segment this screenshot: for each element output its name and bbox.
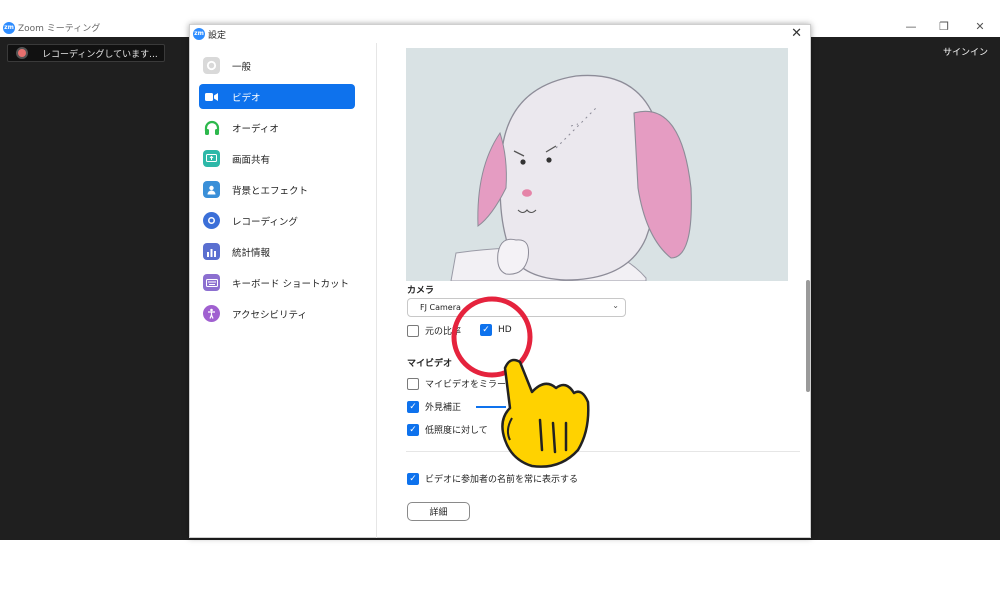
original-ratio-option[interactable]: 元の比率 xyxy=(407,324,461,337)
meeting-title: Zoom ミーティング xyxy=(18,24,101,34)
settings-sidebar: 一般 ビデオ オーディオ 画面共有 背景とエフェクト レコーディング 統計情報 … xyxy=(190,43,377,538)
camera-select[interactable]: FJ Camera ⌄ xyxy=(407,298,626,317)
sidebar-item-accessibility[interactable]: アクセシビリティ xyxy=(199,301,355,326)
record-icon xyxy=(203,212,220,229)
hd-option[interactable]: ✓ HD xyxy=(480,324,512,336)
mirror-label: マイビデオをミラー xyxy=(425,380,507,390)
chevron-down-icon: ⌄ xyxy=(612,301,619,310)
appearance-slider[interactable] xyxy=(476,406,506,408)
screen-share-icon xyxy=(203,150,220,167)
settings-title: 設定 xyxy=(208,30,227,41)
settings-titlebar: zm 設定 ✕ xyxy=(190,25,810,43)
sidebar-item-keyboard-shortcuts[interactable]: キーボード ショートカット xyxy=(199,270,355,295)
recording-status-text: レコーディングしています... xyxy=(42,49,158,60)
show-names-label: ビデオに参加者の名前を常に表示する xyxy=(425,475,579,485)
restore-icon[interactable]: ❐ xyxy=(936,20,952,33)
gear-icon xyxy=(203,57,220,74)
sidebar-item-statistics[interactable]: 統計情報 xyxy=(199,239,355,264)
sidebar-item-label: 背景とエフェクト xyxy=(232,185,309,197)
zoom-logo-icon: zm xyxy=(3,21,15,34)
appearance-checkbox[interactable]: ✓ xyxy=(407,400,419,413)
appearance-option[interactable]: ✓ 外見補正 xyxy=(407,400,461,413)
sidebar-item-label: オーディオ xyxy=(232,123,279,135)
mirror-option[interactable]: マイビデオをミラー xyxy=(407,377,506,390)
headphones-icon xyxy=(203,119,220,136)
original-ratio-checkbox[interactable] xyxy=(407,324,419,337)
hd-label: HD xyxy=(498,325,512,335)
person-background-icon xyxy=(203,181,220,198)
recording-status-pill[interactable]: レコーディングしています... xyxy=(7,44,165,62)
close-icon[interactable]: ✕ xyxy=(791,26,802,42)
original-ratio-label: 元の比率 xyxy=(425,327,462,337)
signin-button[interactable]: サインイン xyxy=(943,45,988,58)
sidebar-item-label: レコーディング xyxy=(232,216,298,228)
advanced-button[interactable]: 詳細 xyxy=(407,502,470,521)
show-names-checkbox[interactable]: ✓ xyxy=(407,472,419,485)
sidebar-item-label: アクセシビリティ xyxy=(232,309,307,321)
low-light-option[interactable]: ✓ 低照度に対して xyxy=(407,423,488,436)
appearance-label: 外見補正 xyxy=(425,403,462,413)
video-preview xyxy=(406,48,788,281)
mirror-checkbox[interactable] xyxy=(407,377,419,390)
sidebar-item-general[interactable]: 一般 xyxy=(199,53,355,78)
sidebar-item-background-effects[interactable]: 背景とエフェクト xyxy=(199,177,355,202)
sidebar-item-label: ビデオ xyxy=(232,92,261,104)
camera-section-label: カメラ xyxy=(407,286,435,296)
accessibility-icon xyxy=(203,305,220,322)
sidebar-item-label: 一般 xyxy=(232,61,252,73)
my-video-section-label: マイビデオ xyxy=(407,359,453,369)
section-divider xyxy=(406,451,800,452)
window-close-icon[interactable]: ✕ xyxy=(972,20,988,33)
puppy-illustration xyxy=(406,48,788,281)
minimize-icon[interactable]: — xyxy=(903,20,919,33)
zoom-logo-icon: zm xyxy=(193,28,205,40)
video-camera-icon xyxy=(203,88,220,105)
sidebar-item-recording[interactable]: レコーディング xyxy=(199,208,355,233)
statistics-icon xyxy=(203,243,220,260)
sidebar-item-screen-share[interactable]: 画面共有 xyxy=(199,146,355,171)
settings-dialog: zm 設定 ✕ 一般 ビデオ オーディオ 画面共有 背景とエフェクト レコーディ… xyxy=(189,24,811,538)
hd-checkbox[interactable]: ✓ xyxy=(480,324,492,336)
low-light-checkbox[interactable]: ✓ xyxy=(407,423,419,436)
recording-dot-icon xyxy=(18,49,26,57)
sidebar-item-audio[interactable]: オーディオ xyxy=(199,115,355,140)
low-light-label: 低照度に対して xyxy=(425,426,488,436)
sidebar-item-label: 統計情報 xyxy=(232,247,271,259)
sidebar-item-label: 画面共有 xyxy=(232,154,271,166)
content-scrollbar[interactable] xyxy=(806,280,810,392)
low-light-mode-select[interactable] xyxy=(540,419,584,439)
keyboard-icon xyxy=(203,274,220,291)
sidebar-item-video[interactable]: ビデオ xyxy=(199,84,355,109)
show-names-option[interactable]: ✓ ビデオに参加者の名前を常に表示する xyxy=(407,472,578,485)
sidebar-item-label: キーボード ショートカット xyxy=(232,278,350,290)
camera-select-value: FJ Camera xyxy=(420,303,461,312)
